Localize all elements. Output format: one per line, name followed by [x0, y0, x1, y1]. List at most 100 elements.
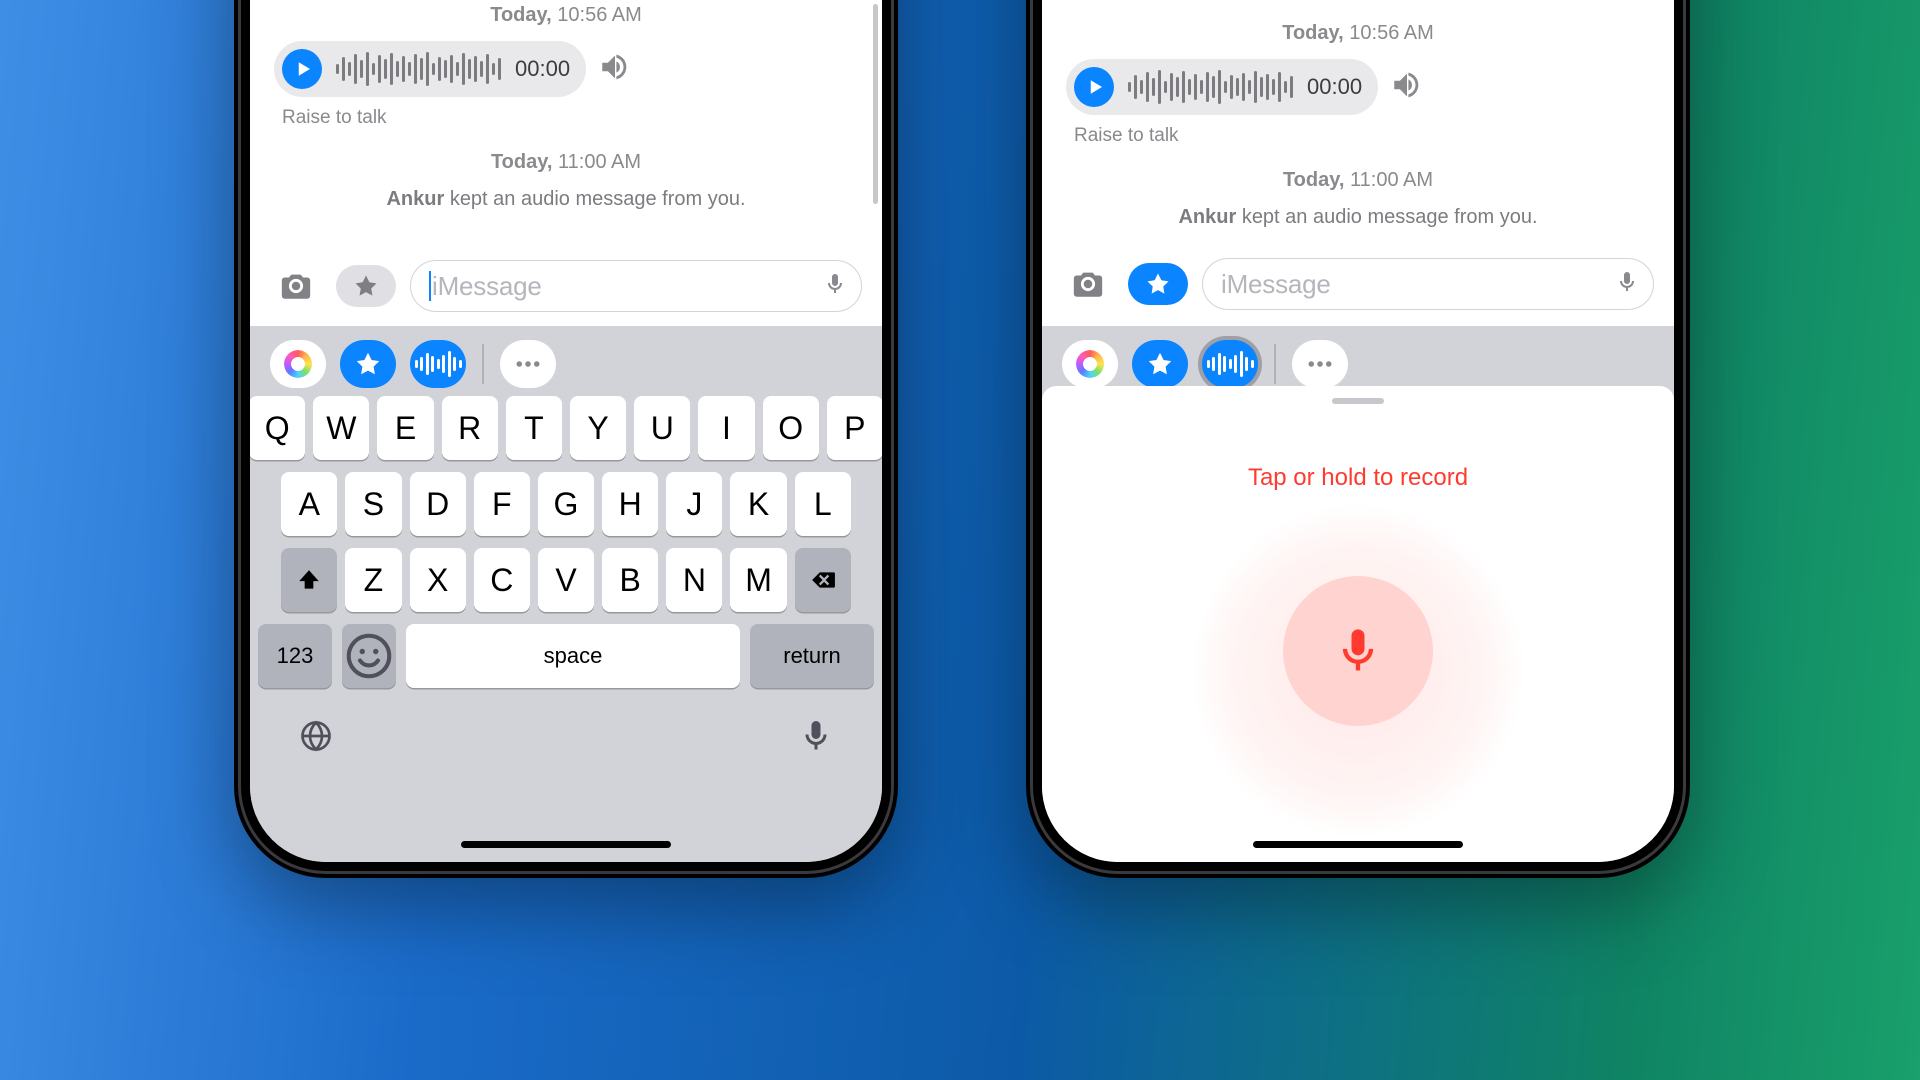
dictation-button[interactable]	[1615, 270, 1639, 299]
key-d[interactable]: D	[410, 472, 466, 536]
shift-icon	[296, 567, 322, 593]
return-key[interactable]: return	[750, 624, 874, 688]
camera-icon	[1071, 267, 1105, 301]
home-indicator[interactable]	[461, 841, 671, 848]
key-l[interactable]: L	[795, 472, 851, 536]
appstore-icon	[1145, 349, 1175, 379]
audio-bubble[interactable]: 00:00	[274, 41, 586, 97]
message-input[interactable]: iMessage	[1202, 258, 1654, 310]
appstore-icon	[352, 272, 380, 300]
scroll-indicator[interactable]	[873, 4, 878, 204]
key-v[interactable]: V	[538, 548, 594, 612]
key-a[interactable]: A	[281, 472, 337, 536]
backspace-key[interactable]	[795, 548, 851, 612]
audio-bubble[interactable]: 00:00	[1066, 59, 1378, 115]
appstore-icon	[353, 349, 383, 379]
key-c[interactable]: C	[474, 548, 530, 612]
raise-hint: Raise to talk	[282, 107, 858, 129]
shift-key[interactable]	[281, 548, 337, 612]
placeholder: iMessage	[429, 271, 823, 302]
mic-icon	[798, 718, 834, 754]
compose-row: iMessage	[1062, 258, 1654, 310]
numeric-key[interactable]: 123	[258, 624, 332, 688]
key-q[interactable]: Q	[250, 396, 305, 460]
key-r[interactable]: R	[442, 396, 498, 460]
photos-icon	[1076, 350, 1104, 378]
play-button[interactable]	[1074, 67, 1114, 107]
globe-button[interactable]	[298, 718, 334, 759]
audio-message: 00:00	[274, 41, 858, 97]
key-x[interactable]: X	[410, 548, 466, 612]
phone-right: Today, 10:56 AM 00:00 Raise to talk Toda…	[1026, 0, 1690, 878]
key-s[interactable]: S	[345, 472, 401, 536]
app-store[interactable]	[1132, 340, 1188, 388]
key-p[interactable]: P	[827, 396, 882, 460]
appstore-icon	[1144, 270, 1172, 298]
camera-icon	[279, 269, 313, 303]
timestamp: Today, 10:56 AM	[274, 4, 858, 27]
backspace-icon	[810, 567, 836, 593]
key-z[interactable]: Z	[345, 548, 401, 612]
key-w[interactable]: W	[313, 396, 369, 460]
more-icon	[513, 349, 543, 379]
divider	[482, 344, 484, 384]
mic-icon	[823, 272, 847, 296]
key-t[interactable]: T	[506, 396, 562, 460]
phone-left: Today, 10:56 AM 00:00 Raise to talk Toda…	[234, 0, 898, 878]
key-row-2: ASDFGHJKL	[258, 472, 874, 536]
message-input[interactable]: iMessage	[410, 260, 862, 312]
app-photos[interactable]	[1062, 340, 1118, 388]
key-j[interactable]: J	[666, 472, 722, 536]
play-button[interactable]	[282, 49, 322, 89]
key-i[interactable]: I	[698, 396, 754, 460]
key-o[interactable]: O	[763, 396, 819, 460]
status-line: Ankur kept an audio message from you.	[1066, 206, 1650, 229]
keyboard: QWERTYUIOP ASDFGHJKL ZXCVBNM 123 space r…	[250, 388, 882, 862]
key-b[interactable]: B	[602, 548, 658, 612]
speaker-button[interactable]	[1390, 68, 1424, 107]
speaker-button[interactable]	[598, 50, 632, 89]
record-panel: Tap or hold to record	[1042, 386, 1674, 862]
emoji-icon	[342, 629, 396, 683]
emoji-key[interactable]	[342, 624, 396, 688]
conversation: Today, 10:56 AM 00:00 Raise to talk Toda…	[1042, 22, 1674, 229]
apps-button[interactable]	[336, 265, 396, 307]
grabber[interactable]	[1332, 398, 1384, 404]
play-icon	[1087, 78, 1105, 96]
camera-button[interactable]	[1062, 263, 1114, 305]
app-audio[interactable]	[410, 340, 466, 388]
key-h[interactable]: H	[602, 472, 658, 536]
app-audio[interactable]	[1202, 340, 1258, 388]
record-button[interactable]	[1283, 576, 1433, 726]
compose-row: iMessage	[270, 260, 862, 312]
app-more[interactable]	[500, 340, 556, 388]
app-more[interactable]	[1292, 340, 1348, 388]
audio-duration: 00:00	[1307, 74, 1362, 100]
home-indicator[interactable]	[1253, 841, 1463, 848]
key-g[interactable]: G	[538, 472, 594, 536]
camera-button[interactable]	[270, 265, 322, 307]
key-f[interactable]: F	[474, 472, 530, 536]
key-k[interactable]: K	[730, 472, 786, 536]
wave-icon	[415, 351, 462, 377]
dictation-button[interactable]	[823, 272, 847, 301]
app-photos[interactable]	[270, 340, 326, 388]
key-e[interactable]: E	[377, 396, 433, 460]
app-store[interactable]	[340, 340, 396, 388]
audio-message: 00:00	[1066, 59, 1650, 115]
timestamp: Today, 11:00 AM	[274, 151, 858, 174]
key-y[interactable]: Y	[570, 396, 626, 460]
key-u[interactable]: U	[634, 396, 690, 460]
space-key[interactable]: space	[406, 624, 740, 688]
divider	[1274, 344, 1276, 384]
dictation-button[interactable]	[798, 718, 834, 759]
key-n[interactable]: N	[666, 548, 722, 612]
placeholder: iMessage	[1221, 269, 1615, 300]
apps-button[interactable]	[1128, 263, 1188, 305]
conversation: Today, 10:56 AM 00:00 Raise to talk Toda…	[250, 4, 882, 211]
screen-right: Today, 10:56 AM 00:00 Raise to talk Toda…	[1042, 0, 1674, 862]
key-m[interactable]: M	[730, 548, 786, 612]
speaker-icon	[1390, 68, 1424, 102]
timestamp: Today, 10:56 AM	[1066, 22, 1650, 45]
mic-icon	[1332, 625, 1384, 677]
